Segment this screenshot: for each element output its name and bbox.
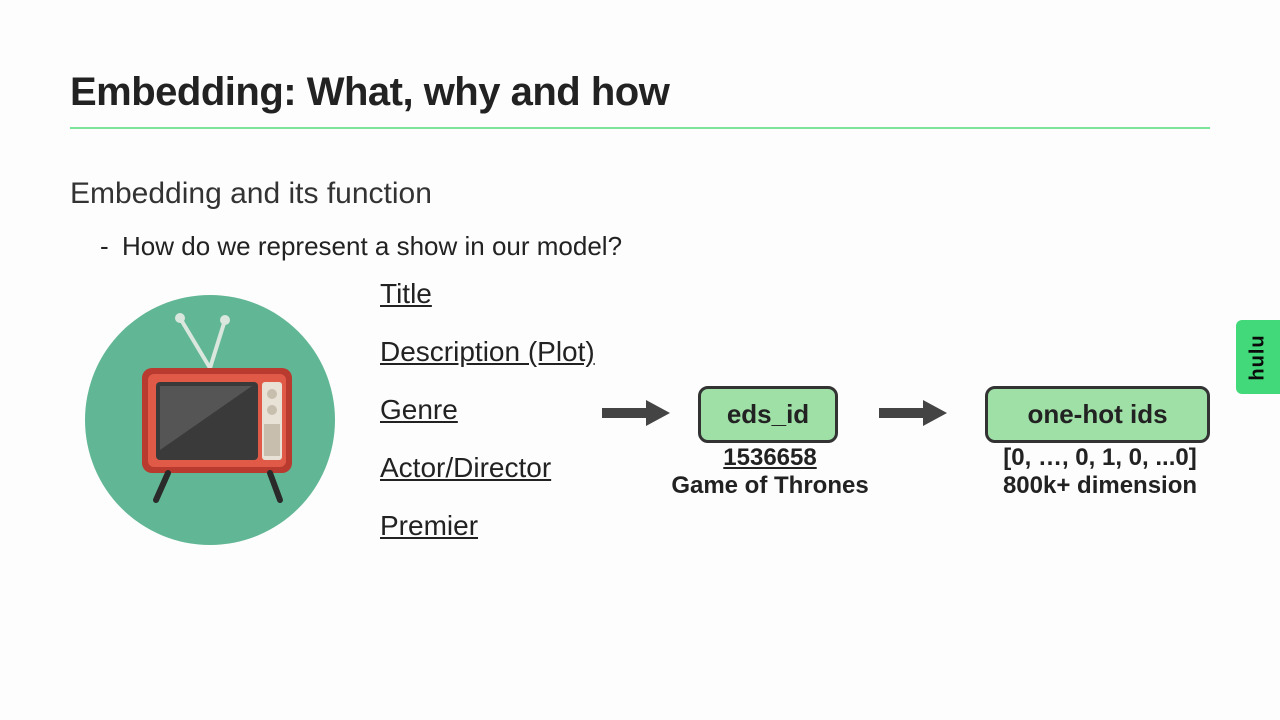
bullet-text: How do we represent a show in our model? [122, 231, 622, 261]
arrow-icon [600, 398, 670, 428]
onehot-vector: [0, …, 0, 1, 0, ...0] [970, 444, 1230, 472]
tv-icon [80, 290, 340, 550]
bullet-list: -How do we represent a show in our model… [70, 231, 1210, 262]
attr-title: Title [380, 280, 595, 308]
onehot-label: one-hot ids [1027, 399, 1167, 429]
attr-description: Description (Plot) [380, 338, 595, 366]
brand-tab: hulu [1236, 320, 1280, 394]
attr-actor: Actor/Director [380, 454, 595, 482]
onehot-dimension: 800k+ dimension [1003, 472, 1197, 499]
attribute-list: Title Description (Plot) Genre Actor/Dir… [380, 280, 595, 570]
subheading: Embedding and its function [70, 177, 1210, 211]
onehot-box: one-hot ids [985, 386, 1210, 443]
title-rule [70, 127, 1210, 129]
arrow-icon [877, 398, 947, 428]
slide: Embedding: What, why and how Embedding a… [0, 0, 1280, 720]
eds-id-label: eds_id [727, 399, 809, 429]
diagram: Title Description (Plot) Genre Actor/Dir… [70, 290, 1210, 610]
slide-title: Embedding: What, why and how [70, 70, 1210, 115]
attr-premier: Premier [380, 512, 595, 540]
eds-id-value: 1536658 [640, 444, 900, 472]
onehot-caption: [0, …, 0, 1, 0, ...0] 800k+ dimension [970, 444, 1230, 500]
eds-id-caption: 1536658 Game of Thrones [640, 444, 900, 500]
brand-text: hulu [1247, 334, 1270, 380]
eds-id-box: eds_id [698, 386, 838, 443]
eds-id-name: Game of Thrones [671, 472, 868, 499]
attr-genre: Genre [380, 396, 595, 424]
